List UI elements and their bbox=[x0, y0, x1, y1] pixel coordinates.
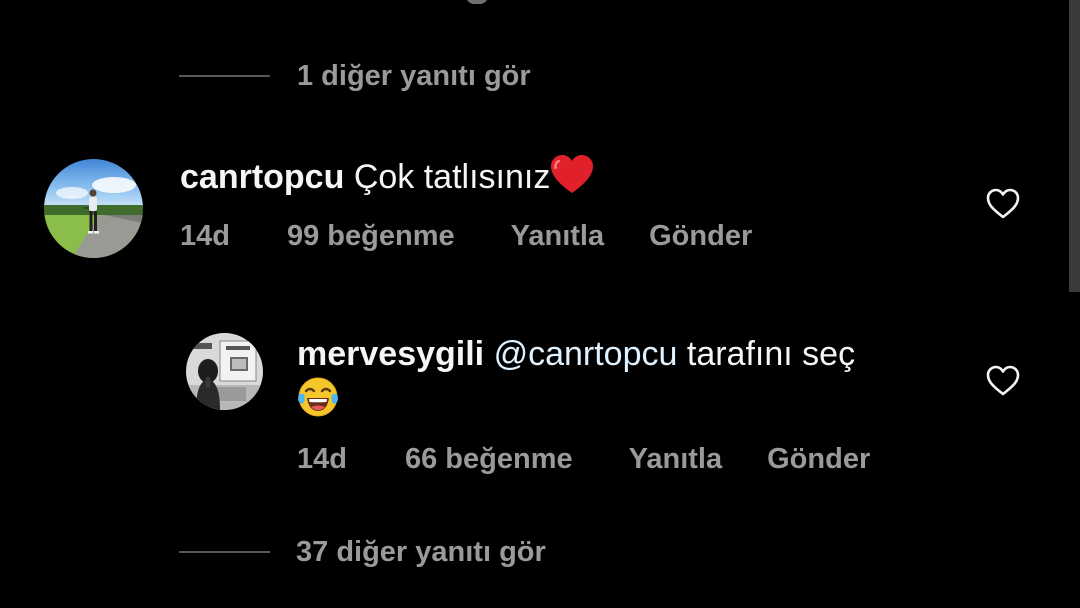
comment-text: Çok tatlısınız bbox=[353, 158, 551, 196]
avatar-canrtopcu[interactable] bbox=[44, 159, 143, 258]
comment-username[interactable]: canrtopcu bbox=[180, 158, 344, 196]
view-replies-label[interactable]: 37 diğer yanıtı gör bbox=[296, 536, 546, 569]
scrollbar[interactable] bbox=[1069, 0, 1080, 292]
mention-link[interactable]: @canrtopcu bbox=[494, 335, 678, 373]
comment-body-1: canrtopcu Çok tatlısınız bbox=[180, 155, 940, 199]
comment-meta-2: 14d 66 beğenme Yanıtla Gönder bbox=[297, 439, 870, 479]
comment-likes-count[interactable]: 66 beğenme bbox=[405, 443, 573, 476]
avatar-mervesygili[interactable] bbox=[186, 333, 263, 410]
comment-text: tarafını seç bbox=[686, 335, 856, 373]
view-replies-label[interactable]: 1 diğer yanıtı gör bbox=[297, 60, 531, 93]
replies-divider-line bbox=[179, 551, 270, 553]
heart-outline-icon[interactable] bbox=[986, 188, 1020, 220]
view-more-replies-bottom[interactable]: 37 diğer yanıtı gör bbox=[179, 532, 546, 572]
send-button[interactable]: Gönder bbox=[649, 220, 752, 253]
comment-likes-count[interactable]: 99 beğenme bbox=[287, 220, 455, 253]
face-with-tears-of-joy-emoji bbox=[298, 377, 338, 417]
heart-outline-icon[interactable] bbox=[986, 365, 1020, 397]
reply-button[interactable]: Yanıtla bbox=[511, 220, 605, 253]
send-button[interactable]: Gönder bbox=[767, 443, 870, 476]
red-heart-emoji bbox=[551, 155, 594, 193]
comment-time: 14d bbox=[297, 442, 347, 475]
comment-meta-1: 14d 99 beğenme Yanıtla Gönder bbox=[180, 216, 752, 256]
clipped-content-fragment bbox=[466, 0, 488, 4]
reply-button[interactable]: Yanıtla bbox=[629, 443, 723, 476]
view-more-replies-top[interactable]: 1 diğer yanıtı gör bbox=[179, 56, 531, 96]
replies-divider-line bbox=[179, 75, 270, 77]
comment-body-2: mervesygili @canrtopcu tarafını seç bbox=[297, 332, 937, 421]
comment-username[interactable]: mervesygili bbox=[297, 335, 484, 373]
comment-time: 14d bbox=[180, 219, 230, 252]
